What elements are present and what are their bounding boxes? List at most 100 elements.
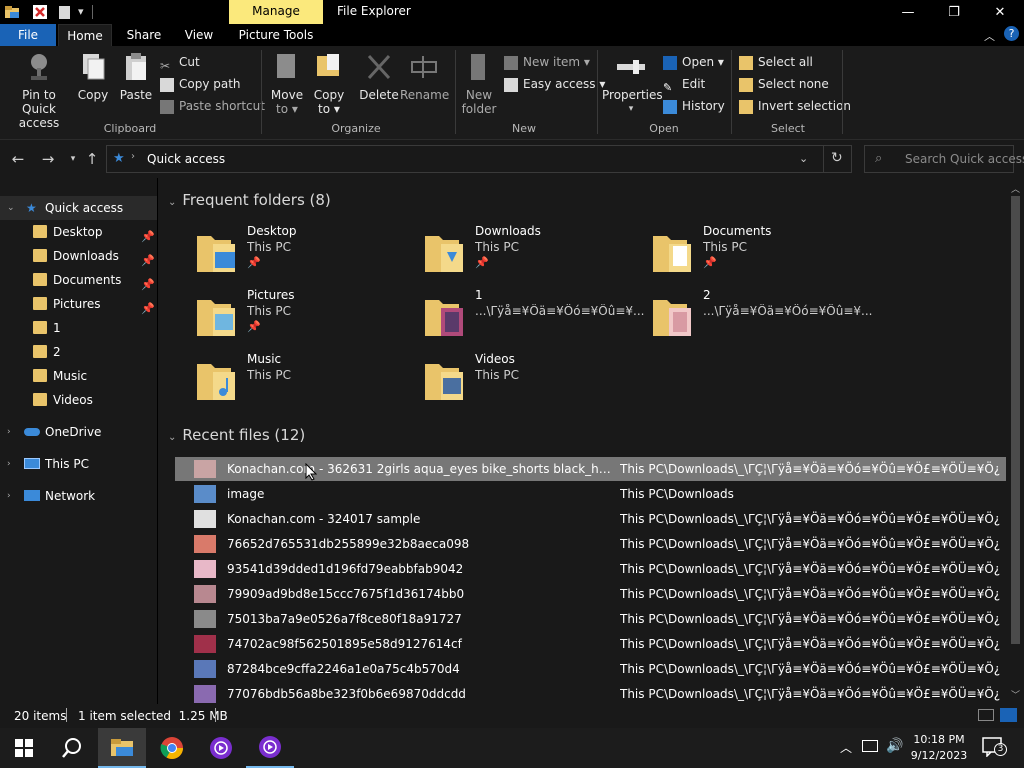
sidebar-item-pictures[interactable]: Pictures 📌 (0, 292, 157, 316)
up-arrow-icon[interactable]: ↑ (82, 149, 102, 169)
sidebar-item-downloads[interactable]: Downloads 📌 (0, 244, 157, 268)
volume-icon[interactable]: 🔊 (886, 738, 903, 754)
breadcrumb[interactable]: Quick access (147, 152, 225, 166)
sidebar-item-desktop[interactable]: Desktop 📌 (0, 220, 157, 244)
select-none-button[interactable]: Select none (739, 74, 829, 94)
sidebar-item-documents[interactable]: Documents 📌 (0, 268, 157, 292)
refresh-icon[interactable]: ↻ (831, 150, 843, 166)
tab-share[interactable]: Share (120, 24, 168, 46)
list-item[interactable]: 93541d39dded1d196fd79eabbfab9042 This PC… (175, 557, 1006, 581)
frequent-folder-music[interactable]: Music This PC (195, 352, 415, 406)
search-icon[interactable] (48, 728, 96, 768)
minimize-button[interactable]: — (885, 0, 931, 24)
forward-arrow-icon[interactable]: → (38, 149, 58, 169)
easy-access-button[interactable]: Easy access ▾ (504, 74, 605, 94)
file-name: 74702ac98f562501895e58d9127614cf (227, 637, 462, 651)
help-icon[interactable]: ? (1004, 26, 1019, 41)
frequent-folder-documents[interactable]: Documents This PC 📌 (651, 224, 871, 278)
delete-button[interactable]: Delete (358, 50, 400, 102)
copy-path-button[interactable]: Copy path (160, 74, 241, 94)
list-item[interactable]: image This PC\Downloads (175, 482, 1006, 506)
file-explorer-taskbar-icon[interactable] (98, 728, 146, 768)
frequent-folder-1[interactable]: 1 ...\Γÿå≡¥Öä≡¥Öó≡¥Öû≡¥... (423, 288, 644, 342)
copy-to-button[interactable]: Copy to ▾ (310, 50, 348, 116)
maximize-button[interactable]: ❐ (931, 0, 977, 24)
select-none-icon (739, 77, 753, 92)
rename-button[interactable]: Rename (400, 50, 449, 102)
select-all-button[interactable]: Select all (739, 52, 813, 72)
network-status-icon[interactable] (862, 740, 878, 752)
sidebar-item-quick-access[interactable]: ⌄ ★ Quick access (0, 196, 157, 220)
large-icons-view-icon[interactable] (1000, 708, 1017, 722)
invert-selection-button[interactable]: Invert selection (739, 96, 851, 116)
tab-home[interactable]: Home (58, 24, 112, 46)
scrollbar-thumb[interactable] (1011, 196, 1020, 644)
collapse-ribbon-icon[interactable]: ︿ (984, 28, 995, 44)
details-view-icon[interactable] (978, 709, 994, 721)
chrome-icon[interactable] (148, 728, 196, 768)
cut-button[interactable]: ✂ Cut (160, 52, 200, 73)
media-player-icon[interactable] (197, 728, 245, 768)
sidebar-item-onedrive[interactable]: › OneDrive (0, 420, 157, 444)
taskbar: ︿ 🔊 10:18 PM 9/12/2023 3 (0, 728, 1024, 768)
scroll-up-icon[interactable]: ︿ (1011, 182, 1020, 195)
media-player-icon-2[interactable] (246, 728, 294, 768)
pin-icon: 📌 (247, 256, 261, 269)
recent-locations-icon[interactable]: ▾ (63, 149, 83, 169)
manage-tab[interactable]: Manage (229, 0, 323, 24)
sidebar-item-music[interactable]: Music (0, 364, 157, 388)
paste-shortcut-button[interactable]: Paste shortcut (160, 96, 265, 116)
move-to-button[interactable]: Move to ▾ (268, 50, 306, 116)
address-bar[interactable]: ★ › Quick access ⌄ ↻ (106, 145, 852, 173)
new-folder-button[interactable]: New folder (460, 50, 498, 116)
list-item[interactable]: 76652d765531db255899e32b8aeca098 This PC… (175, 532, 1006, 556)
frequent-folder-downloads[interactable]: Downloads This PC 📌 (423, 224, 643, 278)
pin-to-quick-access-button[interactable]: Pin to Quick access (6, 50, 72, 130)
sidebar-item-1[interactable]: 1 (0, 316, 157, 340)
properties-button[interactable]: Properties ▾ (602, 50, 663, 116)
frequent-folder-2[interactable]: 2 ...\Γÿå≡¥Öä≡¥Öó≡¥Öû≡¥... (651, 288, 872, 342)
tab-picture-tools[interactable]: Picture Tools (232, 24, 320, 46)
tab-view[interactable]: View (176, 24, 222, 46)
image-thumbnail-icon (194, 610, 216, 628)
list-item[interactable]: Konachan.com - 324017 sample This PC\Dow… (175, 507, 1006, 531)
notifications-icon[interactable]: 3 (982, 737, 1007, 758)
sidebar-item-2[interactable]: 2 (0, 340, 157, 364)
frequent-folders-header[interactable]: ⌄ Frequent folders (8) (168, 191, 331, 209)
expand-chevron-icon[interactable]: › (7, 484, 11, 508)
list-item[interactable]: Konachan.com - 362631 2girls aqua_eyes b… (175, 457, 1006, 481)
sidebar-item-network[interactable]: › Network (0, 484, 157, 508)
tab-file[interactable]: File (0, 24, 56, 46)
list-item[interactable]: 79909ad9bd8e15ccc7675f1d36174bb0 This PC… (175, 582, 1006, 606)
sidebar-item-this-pc[interactable]: › This PC (0, 452, 157, 476)
history-button[interactable]: History (663, 96, 725, 116)
copy-button[interactable]: Copy (76, 50, 110, 102)
list-item[interactable]: 77076bdb56a8be323f0b6e69870ddcdd This PC… (175, 682, 1006, 704)
expand-chevron-icon[interactable]: › (7, 420, 11, 444)
list-item[interactable]: 75013ba7a9e0526a7f8ce80f18a91727 This PC… (175, 607, 1006, 631)
frequent-folder-pictures[interactable]: Pictures This PC 📌 (195, 288, 415, 342)
new-item-button[interactable]: New item ▾ (504, 52, 590, 72)
show-hidden-icons-chevron-icon[interactable]: ︿ (840, 739, 852, 756)
paste-button[interactable]: Paste (118, 50, 154, 102)
properties-qat-icon[interactable] (32, 4, 48, 20)
search-input[interactable]: ⌕ Search Quick access (864, 145, 1024, 173)
frequent-folders-title: Frequent folders (8) (182, 191, 331, 209)
windows-start-icon[interactable] (0, 728, 48, 768)
back-arrow-icon[interactable]: ← (8, 149, 28, 169)
frequent-folder-desktop[interactable]: Desktop This PC 📌 (195, 224, 415, 278)
address-dropdown-icon[interactable]: ⌄ (799, 152, 808, 165)
expand-chevron-icon[interactable]: › (7, 452, 11, 476)
list-item[interactable]: 87284bce9cffa2246a1e0a75c4b570d4 This PC… (175, 657, 1006, 681)
open-button[interactable]: Open ▾ (663, 52, 724, 72)
close-button[interactable]: ✕ (977, 0, 1023, 24)
expand-chevron-icon[interactable]: ⌄ (7, 196, 15, 220)
clock[interactable]: 10:18 PM 9/12/2023 (908, 732, 970, 764)
new-folder-qat-icon[interactable] (57, 4, 73, 20)
edit-button[interactable]: ✎ Edit (663, 74, 705, 94)
scroll-down-icon[interactable]: ﹀ (1011, 688, 1020, 701)
sidebar-item-videos[interactable]: Videos (0, 388, 157, 412)
frequent-folder-videos[interactable]: Videos This PC (423, 352, 643, 406)
list-item[interactable]: 74702ac98f562501895e58d9127614cf This PC… (175, 632, 1006, 656)
recent-files-header[interactable]: ⌄ Recent files (12) (168, 426, 305, 444)
